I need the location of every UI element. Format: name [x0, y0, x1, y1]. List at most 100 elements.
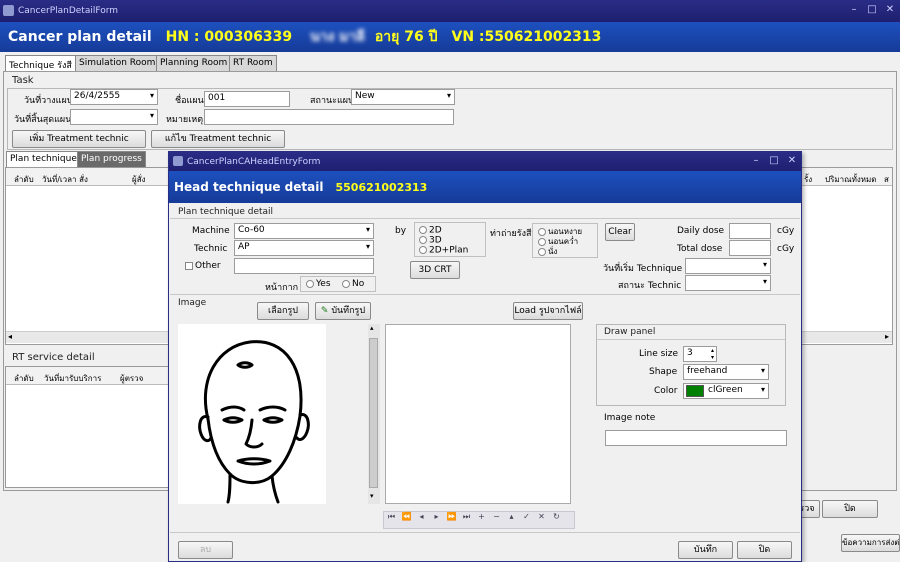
- dialog-maximize-icon[interactable]: □: [766, 154, 782, 168]
- image-list[interactable]: [385, 324, 571, 504]
- line-size-spinner[interactable]: 3 ▴ ▾: [683, 346, 717, 362]
- plan-status-label: สถานะแผน: [310, 96, 355, 106]
- start-technique-field[interactable]: [685, 258, 771, 274]
- nav-next-icon[interactable]: ▸: [429, 512, 444, 521]
- clear-button[interactable]: Clear: [605, 223, 635, 241]
- load-image-button[interactable]: Load รูปจากไฟล์: [513, 302, 583, 320]
- maximize-icon[interactable]: □: [864, 3, 880, 17]
- nav-delete-icon[interactable]: −: [489, 512, 504, 521]
- add-treatment-technic-button[interactable]: เพิ่ม Treatment technic: [12, 130, 146, 148]
- save-image-button[interactable]: ✎ บันทึกรูป: [315, 302, 371, 320]
- col-extra: ส: [884, 175, 889, 184]
- col-orderer: ผู้สั่ง: [132, 175, 146, 184]
- status-technic-label: สถานะ Technic: [618, 281, 682, 291]
- dialog-close-button[interactable]: ปิด: [737, 541, 792, 559]
- sitting-label: นั่ง: [548, 247, 558, 256]
- prone-radio[interactable]: นอนคว่ำ: [538, 237, 578, 246]
- machine-select[interactable]: Co-60: [234, 223, 374, 239]
- mask-no-label: No: [352, 279, 365, 289]
- tab-plan-progress[interactable]: Plan progress: [77, 151, 146, 167]
- select-image-button[interactable]: เลือกรูป: [257, 302, 309, 320]
- mask-yes-radio[interactable]: Yes: [306, 279, 331, 289]
- pencil-icon: ✎: [320, 306, 329, 316]
- nav-refresh-icon[interactable]: ↻: [549, 512, 564, 521]
- patient-age: อายุ 76 ปี: [374, 29, 438, 45]
- nav-cancel-icon[interactable]: ✕: [534, 512, 549, 521]
- plan-date-field[interactable]: 26/4/2555: [70, 89, 158, 105]
- checkbox-icon[interactable]: [185, 261, 193, 270]
- main-window-title: CancerPlanDetailForm: [18, 6, 119, 16]
- nav-last-icon[interactable]: ⏭: [459, 512, 474, 522]
- save-image-label: บันทึกรูป: [331, 306, 366, 316]
- total-dose-field[interactable]: [729, 240, 771, 256]
- scroll-left-icon[interactable]: ◂: [8, 332, 12, 341]
- col-fraction: รั้ง: [804, 175, 813, 184]
- main-close-button[interactable]: ปิด: [822, 500, 878, 518]
- supine-radio[interactable]: นอนหงาย: [538, 227, 582, 236]
- head-diagram-image[interactable]: [178, 324, 326, 504]
- sitting-radio[interactable]: นั่ง: [538, 247, 557, 256]
- nav-insert-icon[interactable]: +: [474, 512, 489, 521]
- edit-treatment-technic-button[interactable]: แก้ไข Treatment technic: [151, 130, 285, 148]
- scroll-up-icon[interactable]: ▴: [370, 324, 374, 332]
- nav-edit-icon[interactable]: ▴: [504, 512, 519, 521]
- tab-plan-technique[interactable]: Plan technique: [6, 151, 81, 168]
- nav-prior-icon[interactable]: ◂: [414, 512, 429, 521]
- by-2d-radio[interactable]: 2D: [419, 226, 442, 236]
- note-field[interactable]: [204, 109, 454, 125]
- minimize-icon[interactable]: –: [846, 3, 862, 17]
- dialog-save-button[interactable]: บันทึก: [678, 541, 733, 559]
- other-field[interactable]: [234, 258, 374, 274]
- nav-post-icon[interactable]: ✓: [519, 512, 534, 521]
- scroll-thumb[interactable]: [369, 338, 378, 488]
- start-technique-label: วันที่เริ่ม Technique: [603, 264, 683, 274]
- dialog-header-title: Head technique detail: [174, 180, 324, 194]
- nav-first-icon[interactable]: ⏮: [384, 512, 399, 522]
- daily-dose-unit: cGy: [777, 226, 795, 236]
- nav-prior-page-icon[interactable]: ⏪: [399, 512, 414, 521]
- image-title: Image: [178, 298, 207, 308]
- forward-message-button[interactable]: ข้อความการส่งต่อ: [841, 534, 900, 552]
- 3d-crt-button[interactable]: 3D CRT: [410, 261, 460, 279]
- image-vertical-scrollbar[interactable]: ▴ ▾: [368, 324, 380, 504]
- scroll-right-icon[interactable]: ▸: [885, 332, 889, 341]
- color-label: Color: [654, 386, 678, 396]
- tab-rt-room[interactable]: RT Room: [229, 55, 277, 71]
- dialog-window-title: CancerPlanCAHeadEntryForm: [187, 156, 321, 167]
- plan-status-select[interactable]: New: [351, 89, 455, 105]
- close-icon[interactable]: ✕: [882, 3, 898, 17]
- technic-select[interactable]: AP: [234, 240, 374, 256]
- daily-dose-label: Daily dose: [677, 226, 725, 236]
- tab-planning[interactable]: Planning Room: [156, 55, 232, 71]
- mask-no-radio[interactable]: No: [342, 279, 364, 289]
- divider-2: [170, 294, 800, 295]
- mask-label: หน้ากาก: [265, 283, 299, 293]
- plan-name-field[interactable]: 001: [204, 91, 290, 107]
- scroll-down-icon[interactable]: ▾: [370, 492, 374, 500]
- plan-name-label: ชื่อแผน: [175, 96, 204, 106]
- end-date-field[interactable]: [70, 109, 158, 125]
- daily-dose-field[interactable]: [729, 223, 771, 239]
- dialog-minimize-icon[interactable]: –: [748, 154, 764, 168]
- other-checkbox[interactable]: Other: [185, 261, 221, 271]
- shape-select[interactable]: freehand: [683, 364, 769, 380]
- by-3d-radio[interactable]: 3D: [419, 236, 442, 246]
- dialog-header: Head technique detail 550621002313: [169, 171, 801, 203]
- image-note-field[interactable]: [605, 430, 787, 446]
- photo-position-label: ท่าถ่ายรังสี: [490, 229, 532, 239]
- task-title: Task: [12, 75, 34, 86]
- dialog-close-icon[interactable]: ✕: [784, 154, 800, 168]
- tab-technique[interactable]: Technique รังสี: [5, 55, 76, 72]
- tab-simulation[interactable]: Simulation Room: [75, 55, 160, 71]
- delete-button[interactable]: ลบ: [178, 541, 233, 559]
- divider-3: [170, 532, 800, 533]
- note-label: หมายเหตุ: [166, 115, 204, 125]
- nav-next-page-icon[interactable]: ⏩: [444, 512, 459, 521]
- by-2d-plan-radio[interactable]: 2D+Plan: [419, 246, 468, 256]
- prone-label: นอนคว่ำ: [548, 237, 579, 246]
- hn-value: HN : 000306339: [165, 29, 293, 45]
- spinner-arrows-icon[interactable]: ▴ ▾: [711, 347, 714, 361]
- rt-col-service-date: วันที่มารับบริการ: [44, 374, 102, 383]
- col-total-dose: ปริมาณทั้งหมด: [825, 175, 877, 184]
- status-technic-select[interactable]: [685, 275, 771, 291]
